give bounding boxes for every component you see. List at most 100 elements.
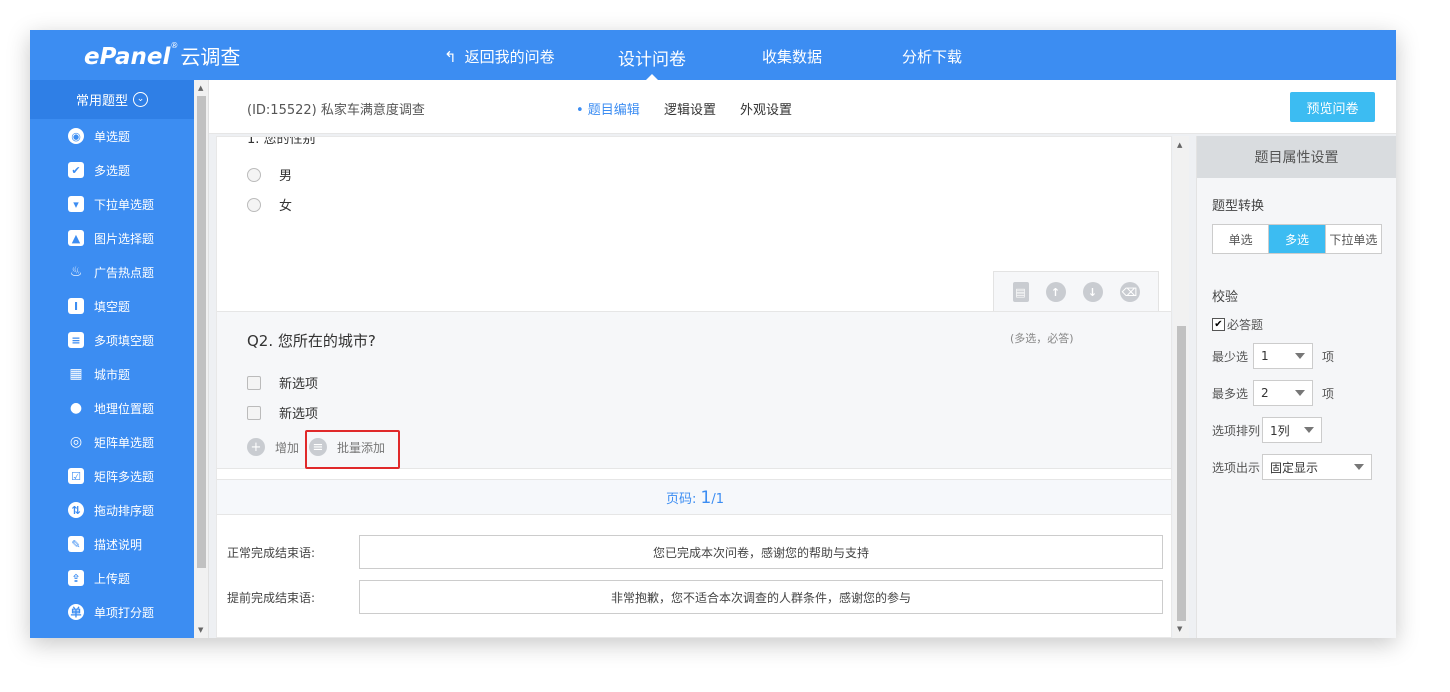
score-icon: 单 — [68, 604, 84, 620]
required-checkbox[interactable]: ✔ 必答题 — [1212, 316, 1263, 333]
question-type-sidebar: 常用题型 ⌄ ◉ 单选题 ✔ 多选题 ▾ 下拉单选题 ▲ 图片选择题 ♨ 广告热点题 I填… — [30, 80, 194, 638]
type-multi-button[interactable]: 多选 — [1269, 225, 1326, 253]
option-display-row: 选项出示 固定显示 — [1212, 454, 1373, 480]
checkbox[interactable] — [247, 375, 261, 390]
option-display-dropdown[interactable]: 固定显示 — [1262, 454, 1373, 480]
upload-icon: ⇪ — [68, 570, 84, 586]
sidebar-item-matrix-single[interactable]: ◎ 矩阵单选题 — [30, 425, 194, 459]
radio-button[interactable] — [247, 197, 261, 212]
sidebar-item-image-choice[interactable]: ▲ 图片选择题 — [30, 221, 194, 255]
sidebar-item-single-score[interactable]: 单单项打分题 — [30, 595, 194, 629]
pagination-bar: 页码: 1/1 — [217, 479, 1171, 515]
move-up-icon[interactable]: ↑ — [1045, 282, 1066, 302]
sidebar-item-multi-choice[interactable]: ✔ 多选题 — [30, 153, 194, 187]
checkbox-icon: ✔ — [68, 162, 84, 178]
normal-end-message-input[interactable]: 您已完成本次问卷，感谢您的帮助与支持 — [359, 535, 1163, 569]
survey-title: (ID:15522) 私家车满意度调查 — [247, 103, 425, 118]
text-cursor-icon: I — [68, 298, 84, 314]
sidebar-scrollbar[interactable]: ▲ ▼ — [194, 80, 209, 638]
sidebar-item-ad-hotspot[interactable]: ♨ 广告热点题 — [30, 255, 194, 289]
scrollbar-thumb[interactable] — [1177, 326, 1186, 621]
sidebar-item-drag-sort[interactable]: ⇅ 拖动排序题 — [30, 493, 194, 527]
min-select-row: 最少选 1 项 — [1212, 343, 1334, 369]
preview-survey-button[interactable]: 预览问卷 — [1290, 92, 1375, 122]
scrollbar-thumb[interactable] — [197, 96, 206, 568]
validation-label: 校验 — [1212, 290, 1239, 305]
copy-icon[interactable]: ▤ — [1012, 282, 1029, 302]
image-icon: ▲ — [68, 230, 84, 246]
q2-hint: (多选，必答) — [1010, 332, 1074, 345]
type-switch-label: 题型转换 — [1212, 199, 1265, 214]
type-dropdown-button[interactable]: 下拉单选 — [1326, 225, 1381, 253]
radio-button[interactable] — [247, 167, 261, 182]
question-properties-panel: 题目属性设置 题型转换 单选 多选 下拉单选 校验 ✔ 必答题 最少选 1 项 最… — [1196, 136, 1396, 638]
tab-question-edit[interactable]: • 题目编辑 — [576, 99, 640, 118]
survey-canvas: 1. 您的性别 男 女 ▤ ↑ ↓ ⌫ Q2. 您所在的城市? (多选，必答) … — [216, 136, 1172, 638]
option-layout-dropdown[interactable]: 1列 — [1262, 417, 1323, 443]
delete-icon[interactable]: ⌫ — [1119, 282, 1140, 302]
multi-text-icon: ≡ — [68, 332, 84, 348]
scroll-up-arrow-icon[interactable]: ▲ — [1177, 141, 1182, 149]
scroll-up-arrow-icon[interactable]: ▲ — [198, 84, 203, 92]
plus-circle-icon: + — [247, 438, 265, 456]
max-select-dropdown[interactable]: 2 — [1253, 380, 1314, 406]
q1-option[interactable]: 男 — [247, 165, 292, 184]
matrix-checkbox-icon: ☑ — [68, 468, 84, 484]
sidebar-item-matrix-multi[interactable]: ☑ 矩阵多选题 — [30, 459, 194, 493]
option-layout-row: 选项排列 1列 — [1212, 417, 1323, 443]
chevron-down-icon — [1354, 464, 1365, 470]
sidebar-item-single-choice[interactable]: ◉ 单选题 — [30, 119, 194, 153]
highlight-box — [305, 430, 400, 469]
chevron-down-icon — [1295, 353, 1306, 359]
check-icon[interactable]: ✔ — [1212, 318, 1225, 331]
question-q2[interactable]: Q2. 您所在的城市? (多选，必答) 新选项 新选项 + 增加 ≡ 批量添加 — [217, 311, 1171, 469]
sidebar-item-dropdown[interactable]: ▾ 下拉单选题 — [30, 187, 194, 221]
type-single-button[interactable]: 单选 — [1213, 225, 1270, 253]
sidebar-item-city[interactable]: ▦ 城市题 — [30, 357, 194, 391]
chevron-down-icon — [1295, 390, 1306, 396]
sidebar-item-multi-fill-blank[interactable]: ≡ 多项填空题 — [30, 323, 194, 357]
q1-option[interactable]: 女 — [247, 195, 292, 214]
type-switch: 单选 多选 下拉单选 — [1212, 224, 1382, 254]
q2-option[interactable]: 新选项 — [247, 403, 318, 422]
editor-header: (ID:15522) 私家车满意度调查 • 题目编辑 逻辑设置 外观设置 预览问… — [209, 80, 1396, 134]
normal-end-message-row: 正常完成结束语: 您已完成本次问卷，感谢您的帮助与支持 — [227, 535, 1163, 569]
scroll-down-arrow-icon[interactable]: ▼ — [1177, 625, 1182, 633]
scroll-down-arrow-icon[interactable]: ▼ — [198, 626, 203, 634]
pencil-icon: ✎ — [68, 536, 84, 552]
sidebar-header[interactable]: 常用题型 ⌄ — [30, 80, 194, 119]
question-toolbar: ▤ ↑ ↓ ⌫ — [993, 271, 1159, 312]
radio-icon: ◉ — [68, 128, 84, 144]
q2-title[interactable]: Q2. 您所在的城市? — [247, 330, 376, 351]
tab-logic-settings[interactable]: 逻辑设置 — [664, 99, 716, 118]
flame-icon: ♨ — [69, 264, 83, 280]
dropdown-icon: ▾ — [68, 196, 84, 212]
sort-icon: ⇅ — [68, 502, 84, 518]
reply-arrow-icon: ↰ — [444, 48, 457, 66]
sidebar-item-upload[interactable]: ⇪ 上传题 — [30, 561, 194, 595]
q1-title-partial: 1. 您的性别 — [247, 136, 316, 147]
early-end-message-row: 提前完成结束语: 非常抱歉，您不适合本次调查的人群条件，感谢您的参与 — [227, 580, 1163, 614]
top-bar: ePanel® 云调查 ↰ 返回我的问卷 设计问卷 收集数据 分析下载 — [30, 30, 1396, 80]
tab-appearance-settings[interactable]: 外观设置 — [740, 99, 792, 118]
logo: ePanel® 云调查 — [84, 41, 241, 70]
nav-collect-data[interactable]: 收集数据 — [762, 46, 822, 67]
nav-back-to-my-surveys[interactable]: ↰ 返回我的问卷 — [444, 46, 555, 67]
panel-title: 题目属性设置 — [1197, 136, 1396, 178]
app-window: ePanel® 云调查 ↰ 返回我的问卷 设计问卷 收集数据 分析下载 常用题型 ⌄… — [30, 30, 1396, 638]
sidebar-item-fill-blank[interactable]: I 填空题 — [30, 289, 194, 323]
nav-analyze-download[interactable]: 分析下载 — [902, 46, 962, 67]
add-option-button[interactable]: + 增加 — [247, 438, 299, 456]
min-select-dropdown[interactable]: 1 — [1253, 343, 1314, 369]
chevron-down-circle-icon: ⌄ — [133, 92, 148, 107]
checkbox[interactable] — [247, 405, 261, 420]
move-down-icon[interactable]: ↓ — [1082, 282, 1103, 302]
early-end-message-input[interactable]: 非常抱歉，您不适合本次调查的人群条件，感谢您的参与 — [359, 580, 1163, 614]
nav-design-survey[interactable]: 设计问卷 — [618, 45, 686, 70]
location-pin-icon: ● — [69, 400, 83, 416]
building-icon: ▦ — [69, 366, 83, 382]
canvas-scrollbar[interactable]: ▲ ▼ — [1173, 136, 1189, 638]
q2-option[interactable]: 新选项 — [247, 373, 318, 392]
sidebar-item-description[interactable]: ✎ 描述说明 — [30, 527, 194, 561]
sidebar-item-location[interactable]: ● 地理位置题 — [30, 391, 194, 425]
